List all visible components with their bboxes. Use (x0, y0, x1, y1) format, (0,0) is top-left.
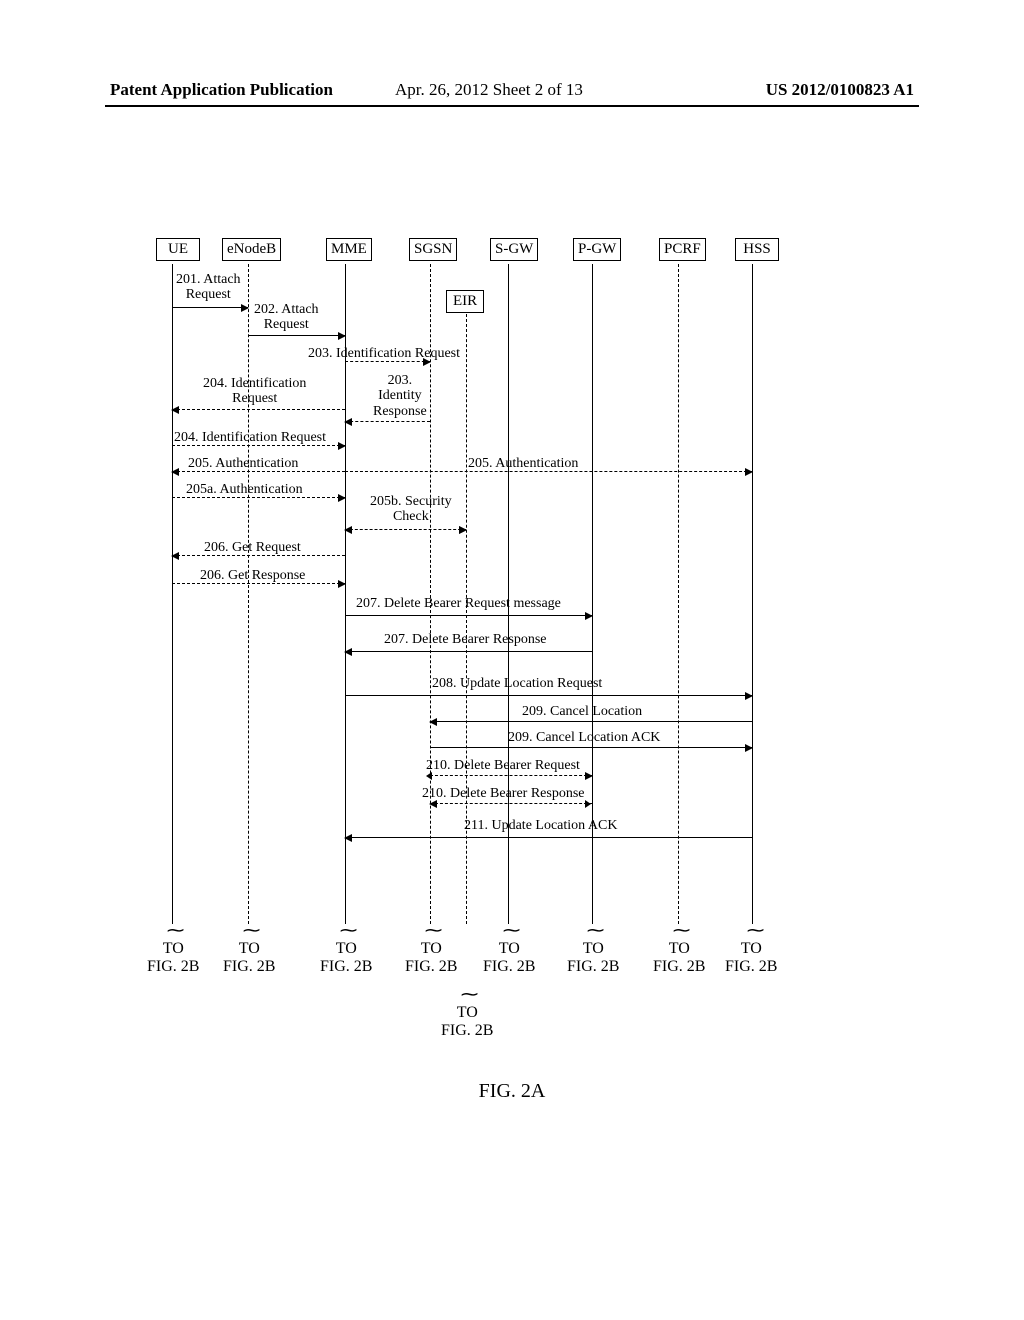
tilde: ∼ (338, 920, 359, 941)
arrow-205d-head-r (459, 526, 467, 534)
msg-209b: 209. Cancel Location ACK (508, 730, 660, 745)
to-fig-eir: TO FIG. 2B (441, 1004, 493, 1041)
msg-206b: 206. Get Response (200, 568, 305, 583)
msg-210a: 210. Delete Bearer Request (426, 758, 580, 773)
msg-207a: 207. Delete Bearer Request message (356, 596, 561, 611)
actor-sgw: S-GW (490, 238, 538, 261)
msg-205c: 205a. Authentication (186, 482, 303, 497)
msg-206a: 206. Get Request (204, 540, 301, 555)
actor-ue: UE (156, 238, 200, 261)
to-fig-pcrf: TO FIG. 2B (653, 940, 705, 977)
actor-pcrf: PCRF (659, 238, 706, 261)
tilde: ∼ (745, 920, 766, 941)
tilde: ∼ (241, 920, 262, 941)
tilde: ∼ (671, 920, 692, 941)
actor-eir: EIR (446, 290, 484, 313)
msg-203b: 203. Identity Response (373, 373, 427, 419)
tilde: ∼ (165, 920, 186, 941)
lifeline-ue (172, 264, 173, 924)
header-rule (105, 105, 919, 107)
to-fig-ue: TO FIG. 2B (147, 940, 199, 977)
header-center: Apr. 26, 2012 Sheet 2 of 13 (395, 80, 583, 100)
to-fig-sgw: TO FIG. 2B (483, 940, 535, 977)
msg-207b: 207. Delete Bearer Response (384, 632, 547, 647)
tilde: ∼ (459, 984, 480, 1005)
lifeline-enb (248, 264, 249, 924)
lifeline-mme (345, 264, 346, 924)
to-fig-hss: TO FIG. 2B (725, 940, 777, 977)
arrow-210a-tail (426, 772, 432, 780)
tilde: ∼ (423, 920, 444, 941)
arrow-210b-tail (585, 800, 591, 808)
actor-mme: MME (326, 238, 372, 261)
to-fig-pgw: TO FIG. 2B (567, 940, 619, 977)
actor-sgsn: SGSN (409, 238, 457, 261)
header-left: Patent Application Publication (110, 80, 333, 100)
lifeline-pcrf (678, 264, 679, 924)
figure-caption: FIG. 2A (0, 1080, 1024, 1103)
lifeline-hss (752, 264, 753, 924)
msg-205a: 205. Authentication (188, 456, 298, 471)
msg-202: 202. Attach Request (254, 302, 319, 333)
sequence-diagram: UE eNodeB MME SGSN S-GW P-GW PCRF HSS EI… (150, 238, 870, 1098)
header-right: US 2012/0100823 A1 (766, 80, 914, 100)
to-fig-sgsn: TO FIG. 2B (405, 940, 457, 977)
msg-205d: 205b. Security Check (370, 494, 452, 525)
msg-208: 208. Update Location Request (432, 676, 602, 691)
actor-hss: HSS (735, 238, 779, 261)
tilde: ∼ (501, 920, 522, 941)
msg-204a: 204. Identification Request (203, 376, 306, 407)
msg-209a: 209. Cancel Location (522, 704, 642, 719)
msg-203a: 203. Identification Request (308, 346, 460, 361)
to-fig-mme: TO FIG. 2B (320, 940, 372, 977)
to-fig-enb: TO FIG. 2B (223, 940, 275, 977)
msg-210b: 210. Delete Bearer Response (422, 786, 585, 801)
actor-pgw: P-GW (573, 238, 621, 261)
msg-205b: 205. Authentication (468, 456, 578, 471)
msg-211: 211. Update Location ACK (464, 818, 617, 833)
msg-204b: 204. Identification Request (174, 430, 326, 445)
msg-201: 201. Attach Request (176, 272, 241, 303)
tilde: ∼ (585, 920, 606, 941)
actor-enb: eNodeB (222, 238, 281, 261)
